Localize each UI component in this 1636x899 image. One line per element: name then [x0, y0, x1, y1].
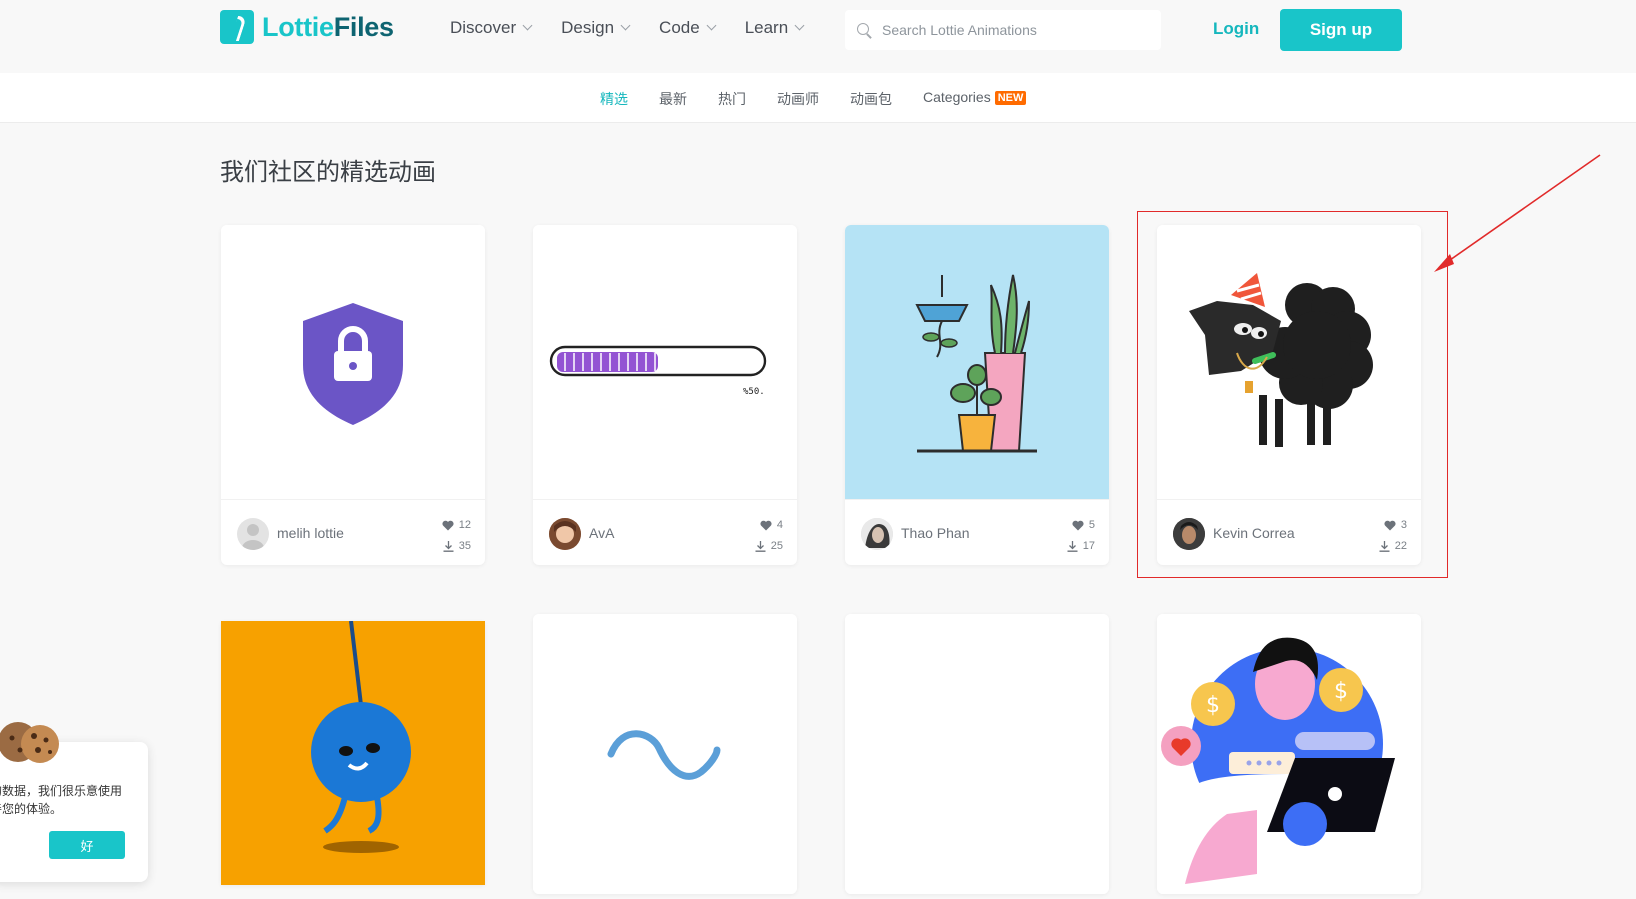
- top-header: LottieFiles Discover Design Code Learn L…: [0, 0, 1636, 73]
- signup-button[interactable]: Sign up: [1280, 9, 1402, 51]
- avatar[interactable]: [549, 518, 581, 550]
- likes-count: 5: [1088, 519, 1095, 531]
- animation-card[interactable]: %50. AvA 4 25: [533, 225, 797, 565]
- nav-discover-label: Discover: [450, 18, 517, 37]
- downloads-count: 35: [458, 540, 471, 552]
- download-icon[interactable]: [1067, 541, 1078, 552]
- nav-discover[interactable]: Discover: [450, 18, 533, 38]
- logo-text-part1: Lottie: [262, 11, 334, 42]
- plants-illustration: [915, 274, 1037, 453]
- animation-card[interactable]: melih lottie 12 35: [221, 225, 485, 565]
- lottiefiles-logo[interactable]: LottieFiles: [220, 10, 394, 44]
- progress-label: %50.: [743, 387, 765, 397]
- shield-lock-icon: [303, 303, 403, 425]
- logo-text-part2: Files: [333, 11, 394, 42]
- svg-text:$: $: [1206, 693, 1220, 718]
- annotation-arrow: [1434, 154, 1601, 272]
- card-footer: melih lottie 12 35: [221, 499, 485, 565]
- animation-card[interactable]: [845, 614, 1109, 894]
- search-input[interactable]: [882, 22, 1142, 38]
- animation-preview: [845, 614, 1109, 894]
- heart-icon[interactable]: [442, 520, 454, 531]
- main-nav: Discover Design Code Learn: [450, 18, 805, 38]
- tab-categories[interactable]: Categories NEW: [923, 89, 1027, 109]
- downloads-count: 25: [770, 540, 783, 552]
- card-stats: 4 25: [755, 515, 783, 557]
- animation-card[interactable]: $ $: [1157, 614, 1421, 894]
- wave-loader-illustration: [607, 730, 721, 780]
- chevron-down-icon: [522, 20, 533, 31]
- author-name[interactable]: melih lottie: [277, 525, 344, 541]
- card-stats: 5 17: [1067, 515, 1095, 557]
- tab-popular[interactable]: 热门: [718, 89, 746, 109]
- tab-latest[interactable]: 最新: [659, 89, 687, 109]
- nav-code-label: Code: [659, 18, 700, 37]
- chevron-down-icon: [794, 20, 805, 31]
- logo-icon: [220, 10, 254, 44]
- search-bar: [845, 10, 1161, 50]
- animation-preview: [845, 225, 1109, 499]
- annotation-highlight-box: [1137, 211, 1448, 578]
- likes-count: 4: [776, 519, 783, 531]
- tab-animators[interactable]: 动画师: [777, 89, 819, 109]
- card-stats: 12 35: [442, 515, 471, 557]
- downloads-count: 17: [1082, 540, 1095, 552]
- heart-icon[interactable]: [1072, 520, 1084, 531]
- section-title: 我们社区的精选动画: [220, 158, 436, 186]
- animation-preview: [221, 621, 485, 885]
- chevron-down-icon: [620, 20, 631, 31]
- search-icon: [857, 22, 872, 38]
- logo-text: LottieFiles: [262, 12, 394, 43]
- animation-preview: [221, 225, 485, 499]
- login-button[interactable]: Login: [1213, 19, 1259, 39]
- cookie-text: 的数据，我们很乐意使用 善您的体验。: [0, 782, 130, 818]
- heart-icon[interactable]: [760, 520, 772, 531]
- online-shopping-illustration: $ $: [1161, 637, 1395, 894]
- cookie-accept-button[interactable]: 好: [49, 831, 125, 859]
- cookie-text-line1: 的数据，我们很乐意使用: [0, 784, 123, 798]
- new-badge: NEW: [994, 91, 1027, 105]
- chevron-down-icon: [706, 20, 717, 31]
- sub-nav: 精选 最新 热门 动画师 动画包 Categories NEW: [0, 73, 1636, 123]
- nav-learn-label: Learn: [744, 18, 789, 37]
- tab-categories-label: Categories: [923, 89, 991, 105]
- nav-learn[interactable]: Learn: [744, 18, 805, 38]
- svg-text:$: $: [1334, 679, 1348, 704]
- card-footer: AvA 4 25: [533, 499, 797, 565]
- nav-code[interactable]: Code: [659, 18, 717, 38]
- tab-packs[interactable]: 动画包: [850, 89, 892, 109]
- animation-preview: [533, 614, 797, 894]
- animation-card[interactable]: Thao Phan 5 17: [845, 225, 1109, 565]
- cookie-text-line2: 善您的体验。: [0, 802, 63, 816]
- avatar[interactable]: [861, 518, 893, 550]
- download-icon[interactable]: [755, 541, 766, 552]
- tab-featured[interactable]: 精选: [600, 89, 628, 109]
- animation-preview: %50.: [533, 225, 797, 499]
- animation-card[interactable]: [533, 614, 797, 894]
- author-name[interactable]: AvA: [589, 525, 614, 541]
- card-footer: Thao Phan 5 17: [845, 499, 1109, 565]
- progress-bar-illustration: %50.: [549, 345, 767, 397]
- author-name[interactable]: Thao Phan: [901, 525, 970, 541]
- nav-design[interactable]: Design: [561, 18, 631, 38]
- download-icon[interactable]: [443, 541, 454, 552]
- progress-fill: [557, 352, 658, 372]
- hanging-ball-character: [311, 621, 411, 853]
- animation-card[interactable]: [221, 621, 485, 885]
- nav-design-label: Design: [561, 18, 615, 37]
- cookie-icon: [0, 722, 59, 763]
- likes-count: 12: [458, 519, 471, 531]
- avatar[interactable]: [237, 518, 269, 550]
- animation-preview: $ $: [1157, 614, 1421, 894]
